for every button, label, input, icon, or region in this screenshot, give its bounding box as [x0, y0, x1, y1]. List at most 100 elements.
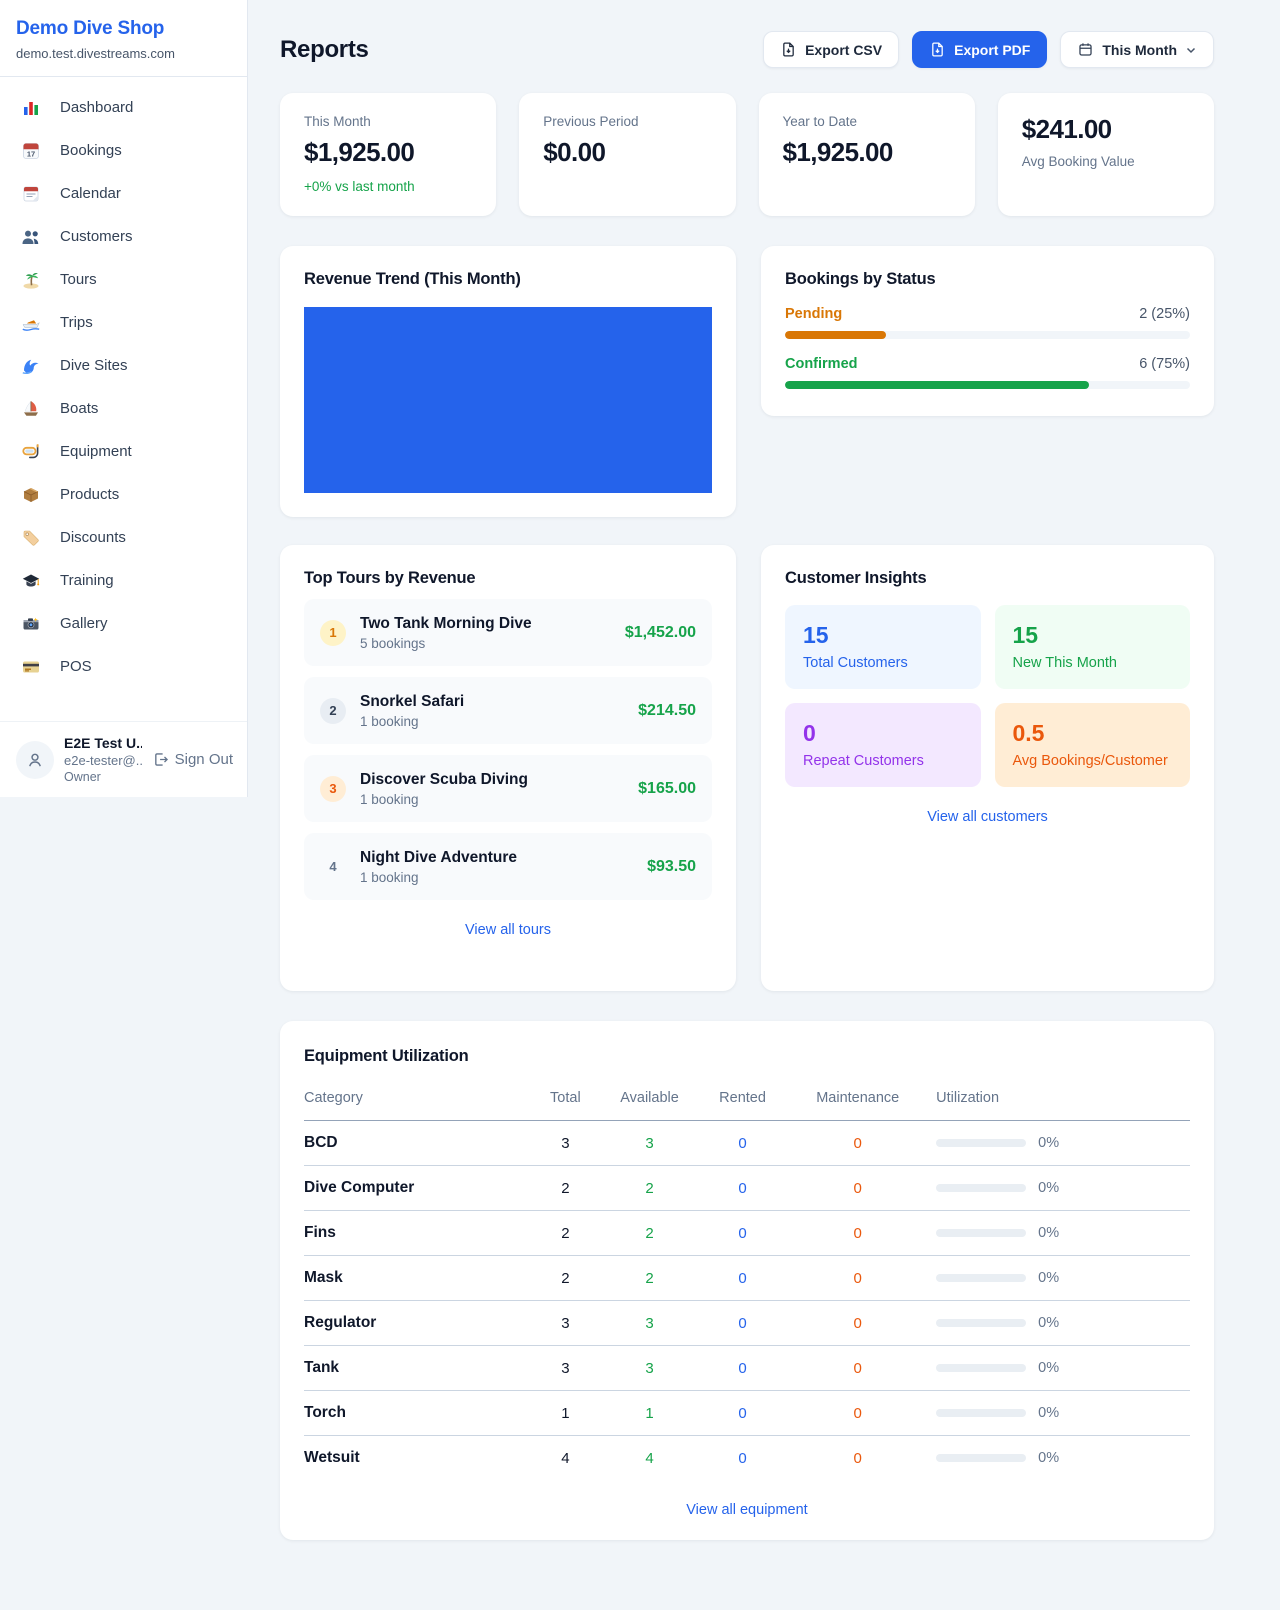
export-csv-button[interactable]: Export CSV — [763, 31, 899, 68]
period-label: This Month — [1102, 42, 1177, 58]
sidebar-item-label: Gallery — [60, 615, 108, 632]
equipment-utilization-title: Equipment Utilization — [304, 1047, 1190, 1066]
rank-badge: 4 — [320, 854, 346, 880]
dive-mask-icon — [21, 442, 41, 462]
brand-block: Demo Dive Shop demo.test.divestreams.com — [0, 0, 247, 77]
sidebar-item-bookings[interactable]: 17 Bookings — [0, 129, 247, 172]
tour-bookings: 1 booking — [360, 792, 528, 807]
sidebar-item-dashboard[interactable]: Dashboard — [0, 86, 247, 129]
revenue-trend-card: Revenue Trend (This Month) — [280, 246, 736, 517]
export-csv-label: Export CSV — [805, 42, 882, 58]
lists-row: Top Tours by Revenue 1 Two Tank Morning … — [280, 545, 1214, 991]
sidebar-item-products[interactable]: Products — [0, 473, 247, 516]
revenue-trend-title: Revenue Trend (This Month) — [304, 270, 712, 289]
shop-domain: demo.test.divestreams.com — [16, 46, 231, 61]
cell-category: Tank — [304, 1346, 526, 1391]
column-header: Available — [605, 1080, 694, 1121]
sidebar-item-label: Bookings — [60, 142, 122, 159]
stats-grid: This Month $1,925.00 +0% vs last month P… — [280, 93, 1214, 216]
tour-amount: $165.00 — [638, 780, 696, 798]
cell-maintenance: 0 — [791, 1166, 924, 1211]
cell-rented: 0 — [694, 1301, 791, 1346]
cell-maintenance: 0 — [791, 1211, 924, 1256]
utilization-bar — [936, 1229, 1026, 1237]
table-header-row: Category Total Available Rented Maintena… — [304, 1080, 1190, 1121]
customers-icon — [21, 227, 41, 247]
tile-label: New This Month — [1013, 655, 1173, 671]
cell-category: Wetsuit — [304, 1436, 526, 1481]
column-header: Total — [526, 1080, 606, 1121]
avatar — [16, 741, 54, 779]
customer-insights-title: Customer Insights — [785, 569, 1190, 588]
sidebar-item-trips[interactable]: Trips — [0, 301, 247, 344]
stat-label: Year to Date — [783, 114, 951, 129]
cell-available: 4 — [605, 1436, 694, 1481]
view-all-customers-link[interactable]: View all customers — [785, 809, 1190, 825]
stat-delta: +0% vs last month — [304, 179, 472, 194]
sidebar-item-pos[interactable]: POS — [0, 645, 247, 688]
sidebar-item-label: Tours — [60, 271, 97, 288]
utilization-bar — [936, 1319, 1026, 1327]
stat-value: $241.00 — [1022, 114, 1190, 145]
sidebar-item-label: Dashboard — [60, 99, 133, 116]
tour-bookings: 5 bookings — [360, 636, 532, 651]
view-all-equipment-link[interactable]: View all equipment — [304, 1502, 1190, 1518]
chevron-down-icon — [1185, 44, 1197, 56]
tour-list-item: 1 Two Tank Morning Dive 5 bookings $1,45… — [304, 599, 712, 666]
sidebar-item-boats[interactable]: Boats — [0, 387, 247, 430]
period-dropdown[interactable]: This Month — [1060, 31, 1214, 68]
sidebar-item-label: Boats — [60, 400, 98, 417]
insight-tile-total-customers: 15 Total Customers — [785, 605, 981, 689]
cell-category: Fins — [304, 1211, 526, 1256]
sidebar-item-dive-sites[interactable]: Dive Sites — [0, 344, 247, 387]
tile-value: 15 — [803, 622, 963, 649]
cell-utilization: 0% — [1038, 1315, 1059, 1331]
column-header: Category — [304, 1080, 526, 1121]
sidebar-item-customers[interactable]: Customers — [0, 215, 247, 258]
user-role: Owner — [64, 770, 142, 784]
cell-rented: 0 — [694, 1211, 791, 1256]
table-row: Dive Computer 2 2 0 0 0% — [304, 1166, 1190, 1211]
package-icon — [21, 485, 41, 505]
tour-list-item: 3 Discover Scuba Diving 1 booking $165.0… — [304, 755, 712, 822]
rank-badge: 2 — [320, 698, 346, 724]
tour-list-item: 2 Snorkel Safari 1 booking $214.50 — [304, 677, 712, 744]
sidebar-item-equipment[interactable]: Equipment — [0, 430, 247, 473]
status-progress-track — [785, 331, 1190, 339]
sidebar-item-tours[interactable]: Tours — [0, 258, 247, 301]
stat-value: $1,925.00 — [304, 137, 472, 168]
svg-text:17: 17 — [27, 149, 35, 158]
cell-total: 3 — [526, 1121, 606, 1166]
tour-bookings: 1 booking — [360, 714, 464, 729]
cell-rented: 0 — [694, 1436, 791, 1481]
sidebar-item-training[interactable]: Training — [0, 559, 247, 602]
calendar-icon — [21, 184, 41, 204]
cell-utilization: 0% — [1038, 1270, 1059, 1286]
sidebar-item-discounts[interactable]: Discounts — [0, 516, 247, 559]
cell-available: 1 — [605, 1391, 694, 1436]
tag-icon — [21, 528, 41, 548]
sidebar-item-calendar[interactable]: Calendar — [0, 172, 247, 215]
status-label: Confirmed — [785, 356, 858, 372]
user-email: e2e-tester@... — [64, 753, 142, 768]
cell-category: Dive Computer — [304, 1166, 526, 1211]
tour-amount: $93.50 — [647, 858, 696, 876]
cell-rented: 0 — [694, 1391, 791, 1436]
sidebar-item-gallery[interactable]: Gallery — [0, 602, 247, 645]
sign-out-button[interactable]: Sign Out — [152, 751, 233, 768]
export-pdf-button[interactable]: Export PDF — [912, 31, 1047, 68]
graduation-cap-icon — [21, 571, 41, 591]
sidebar-item-label: Trips — [60, 314, 93, 331]
utilization-bar — [936, 1274, 1026, 1282]
view-all-tours-link[interactable]: View all tours — [304, 922, 712, 938]
cell-rented: 0 — [694, 1166, 791, 1211]
page-title: Reports — [280, 36, 369, 64]
user-name: E2E Test U... — [64, 735, 142, 751]
utilization-bar — [936, 1409, 1026, 1417]
sailboat-icon — [21, 399, 41, 419]
table-row: Wetsuit 4 4 0 0 0% — [304, 1436, 1190, 1481]
equipment-utilization-card: Equipment Utilization Category Total Ava… — [280, 1021, 1214, 1540]
cell-total: 2 — [526, 1211, 606, 1256]
rank-badge: 1 — [320, 620, 346, 646]
cell-available: 3 — [605, 1346, 694, 1391]
